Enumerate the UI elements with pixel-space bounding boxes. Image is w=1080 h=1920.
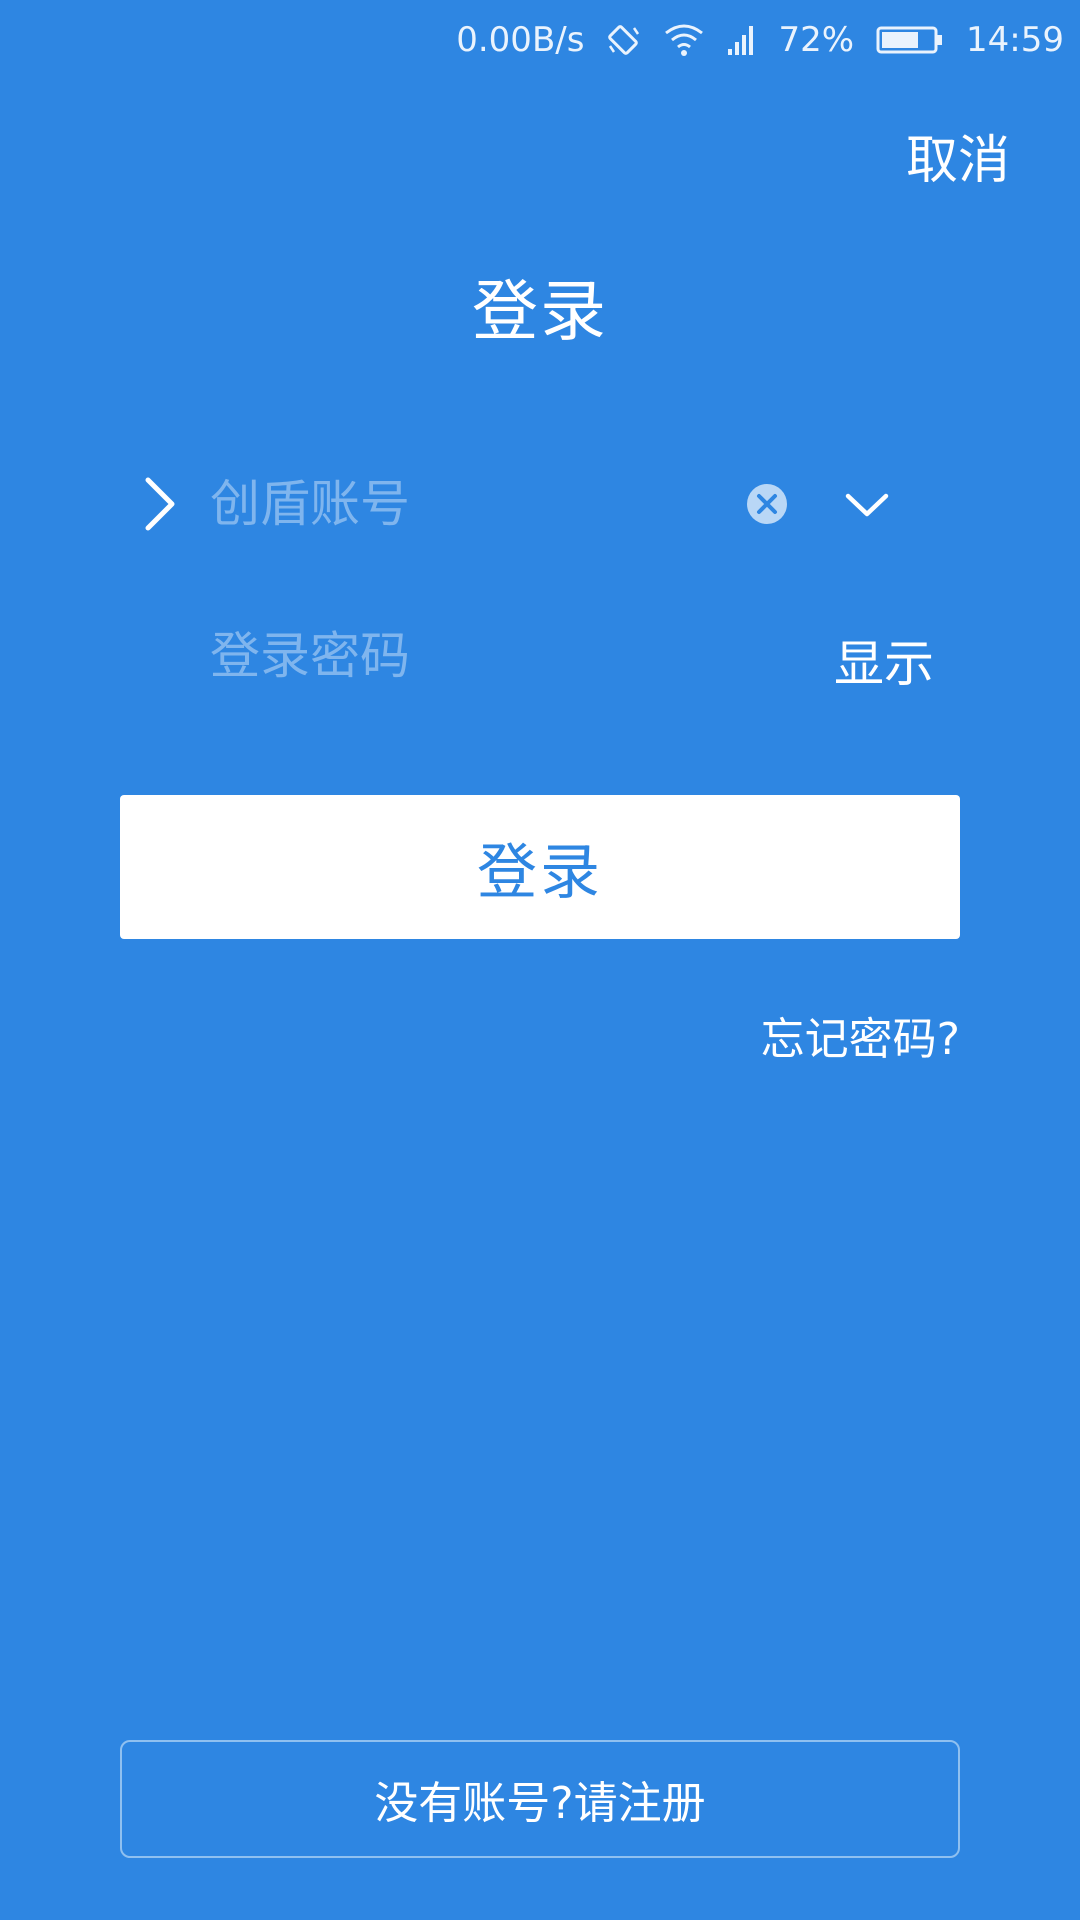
page-title: 登录 <box>472 273 608 350</box>
show-password-toggle[interactable]: 显示 <box>834 624 934 696</box>
clock: 14:59 <box>966 20 1064 60</box>
account-input[interactable] <box>210 474 730 534</box>
rotate-icon <box>606 22 642 58</box>
chevron-right-icon <box>130 460 190 548</box>
network-speed: 0.00B/s <box>456 20 585 60</box>
login-button[interactable]: 登录 <box>120 795 960 939</box>
signal-icon <box>726 23 756 57</box>
password-field-row: 显示 <box>210 612 940 700</box>
register-button[interactable]: 没有账号?请注册 <box>120 1740 960 1858</box>
forgot-password-link[interactable]: 忘记密码? <box>761 1003 960 1067</box>
clear-icon[interactable] <box>745 482 789 526</box>
chevron-down-icon[interactable] <box>842 484 892 524</box>
battery-icon <box>876 24 944 56</box>
status-bar: 0.00B/s 72% 14:59 <box>456 0 1080 80</box>
password-input[interactable] <box>210 626 690 686</box>
battery-percent: 72% <box>778 20 855 60</box>
cancel-button[interactable]: 取消 <box>906 118 1010 193</box>
account-field-row <box>130 460 930 548</box>
login-screen: 0.00B/s 72% 14:59 取消 登录 创盾账号 显示 登录 忘记密码?… <box>0 0 1080 1920</box>
wifi-icon <box>664 23 704 57</box>
